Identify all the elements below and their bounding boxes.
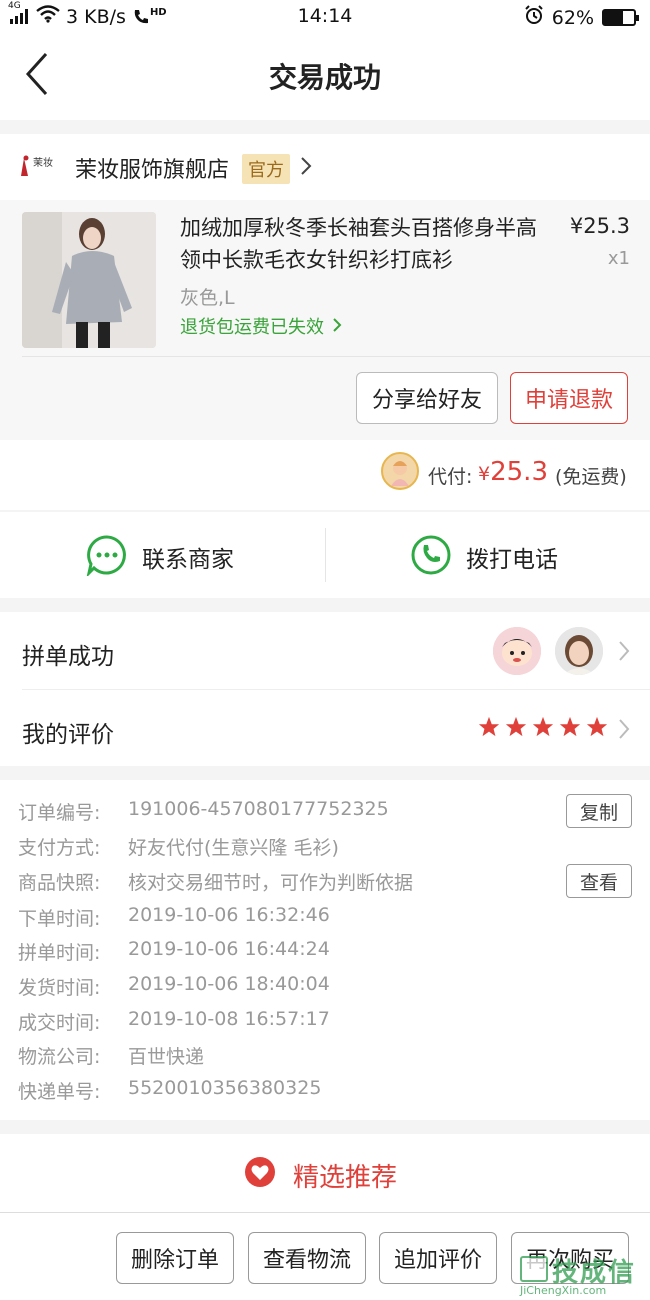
currency-symbol: ¥: [478, 463, 491, 485]
shop-header[interactable]: 茉妆 茉妆服饰旗舰店 官方: [0, 134, 650, 200]
return-shipping-notice[interactable]: 退货包运费已失效: [180, 313, 342, 339]
shipping-note: (免运费): [555, 466, 627, 488]
contact-merchant-button[interactable]: 联系商家: [0, 512, 325, 598]
product-title[interactable]: 加绒加厚秋冬季长袖套头百搭修身半高领中长款毛衣女针织衫打底衫: [180, 212, 545, 276]
return-shipping-text: 退货包运费已失效: [180, 317, 324, 338]
product-quantity: x1: [607, 248, 630, 269]
order-info-key: 拼单时间:: [18, 942, 101, 964]
divider: [22, 356, 650, 357]
payment-label: 代付:: [428, 466, 473, 488]
product-price: ¥25.3: [569, 214, 630, 238]
status-bar: 4G 3 KB/s HD 14:14 62%: [0, 0, 650, 34]
battery-percent: 62%: [551, 6, 594, 29]
star-icon: [532, 716, 554, 737]
order-item[interactable]: 加绒加厚秋冬季长袖套头百搭修身半高领中长款毛衣女针织衫打底衫 ¥25.3 x1 …: [0, 200, 650, 440]
contact-row: 联系商家 拨打电话: [0, 512, 650, 598]
order-info-value: 2019-10-06 16:32:46: [128, 904, 330, 926]
page-title: 交易成功: [268, 61, 381, 94]
watermark-text: JiChengXin.com: [520, 1284, 607, 1297]
recommend-title: 精选推荐: [293, 1163, 398, 1193]
nav-bar: 交易成功: [0, 34, 650, 120]
recommend-header: 精选推荐: [0, 1134, 650, 1212]
chevron-right-icon: [333, 318, 342, 332]
order-info-key: 发货时间:: [18, 977, 101, 999]
watermark-logo: [520, 1256, 548, 1282]
order-info-value: 5520010356380325: [128, 1077, 322, 1099]
call-phone-button[interactable]: 拨打电话: [326, 512, 650, 598]
view-logistics-button[interactable]: 查看物流: [248, 1232, 366, 1284]
order-info-value: 百世快递: [128, 1046, 205, 1068]
shop-logo: 茉妆: [18, 154, 60, 180]
order-info-key: 下单时间:: [18, 908, 101, 930]
status-right: 62%: [524, 5, 639, 30]
battery-fill: [604, 11, 623, 24]
order-info-key: 成交时间:: [18, 1012, 101, 1034]
add-review-button[interactable]: 追加评价: [379, 1232, 497, 1284]
order-info-value: 好友代付(生意兴隆 毛衫): [128, 837, 339, 859]
order-info-key: 支付方式:: [18, 837, 101, 859]
group-member-avatar: [555, 627, 603, 675]
group-success-label: 拼单成功: [22, 644, 114, 670]
shop-name[interactable]: 茉妆服饰旗舰店: [75, 152, 229, 184]
star-icon: [559, 716, 581, 737]
order-info-key: 订单编号:: [18, 802, 101, 824]
group-member-avatar: [493, 627, 541, 675]
group-review-section: 拼单成功 我的评价: [0, 612, 650, 766]
order-info-key: 物流公司:: [18, 1046, 101, 1068]
heart-icon: [245, 1157, 275, 1187]
order-info-value: 核对交易细节时，可作为判断依据: [128, 872, 414, 894]
order-info-value: 191006-457080177752325: [128, 798, 389, 820]
order-info: 订单编号: 191006-457080177752325 支付方式: 好友代付(生意兴…: [0, 780, 650, 1120]
delete-order-button[interactable]: 删除订单: [116, 1232, 234, 1284]
order-info-value: 2019-10-06 16:44:24: [128, 938, 330, 960]
payment-amount: ¥25.3: [478, 457, 548, 487]
payer-avatar: [381, 452, 419, 490]
order-info-key: 快递单号:: [18, 1081, 101, 1103]
star-icon: [505, 716, 527, 737]
group-success-row[interactable]: 拼单成功: [0, 612, 650, 689]
view-snapshot-button[interactable]: 查看: [566, 864, 632, 898]
star-icon: [586, 716, 608, 737]
official-badge: 官方: [242, 154, 290, 184]
chevron-right-icon: [300, 156, 312, 180]
chevron-right-icon: [619, 719, 630, 739]
shop-logo-text: 茉妆: [33, 158, 53, 169]
star-icon: [478, 716, 500, 737]
product-thumbnail[interactable]: [22, 212, 156, 348]
chat-icon: [86, 535, 126, 576]
payment-row: 代付: ¥25.3 (免运费): [0, 440, 650, 510]
refund-button[interactable]: 申请退款: [510, 372, 628, 424]
share-button[interactable]: 分享给好友: [356, 372, 498, 424]
order-info-key: 商品快照:: [18, 872, 101, 894]
phone-icon: [411, 535, 451, 575]
battery-icon: [602, 9, 639, 26]
contact-merchant-label: 联系商家: [142, 547, 234, 573]
product-spec: 灰色,L: [180, 287, 235, 309]
order-info-value: 2019-10-08 16:57:17: [128, 1008, 330, 1030]
amount-value: 25.3: [490, 457, 548, 487]
order-info-value: 2019-10-06 18:40:04: [128, 973, 330, 995]
chevron-right-icon: [619, 641, 630, 661]
call-phone-label: 拨打电话: [466, 547, 558, 573]
copy-button[interactable]: 复制: [566, 794, 632, 828]
alarm-icon: [524, 5, 544, 30]
my-review-label: 我的评价: [22, 722, 114, 748]
watermark: 技成信 JiChengXin.com: [514, 1252, 642, 1298]
review-stars: [478, 716, 608, 738]
